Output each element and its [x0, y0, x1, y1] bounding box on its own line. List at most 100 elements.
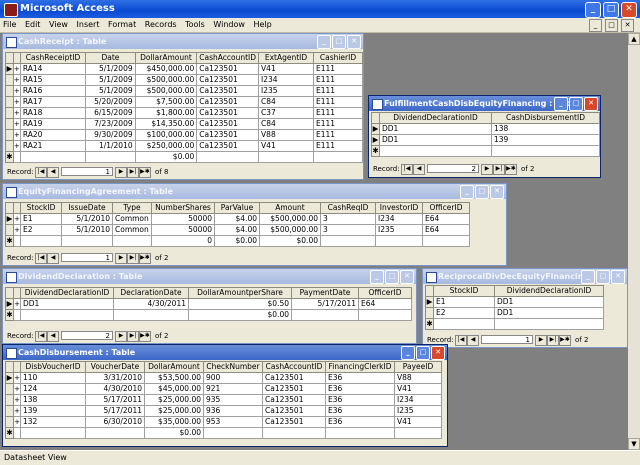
mdi-minimize-icon[interactable]: _ — [589, 19, 602, 32]
table-cell[interactable]: Ca123501 — [196, 140, 260, 152]
table-cell[interactable]: DD1 — [378, 134, 493, 146]
table-cell[interactable]: E111 — [313, 129, 363, 141]
table-cell[interactable]: C84 — [258, 96, 314, 108]
expand-icon[interactable]: + — [13, 405, 21, 417]
table-cell[interactable]: 7/23/2009 — [85, 118, 136, 130]
table-cell[interactable]: RA18 — [19, 107, 87, 119]
column-header[interactable]: Amount — [259, 202, 321, 214]
header-corner[interactable] — [5, 202, 14, 214]
expand-icon[interactable]: + — [12, 63, 21, 75]
table-cell[interactable]: $0.00 — [188, 309, 292, 321]
column-header[interactable]: DividendDeclarationID — [378, 112, 493, 124]
maximize-icon[interactable]: □ — [603, 2, 619, 18]
prev-record-icon[interactable]: ◀ — [47, 331, 59, 342]
minimize-icon[interactable]: _ — [581, 270, 595, 284]
access-app-icon[interactable] — [4, 3, 18, 17]
table-cell[interactable]: I235 — [394, 405, 442, 417]
table-cell[interactable]: $0.00 — [214, 235, 260, 247]
menu-file[interactable]: File — [0, 18, 19, 29]
table-cell[interactable]: 4/30/2010 — [85, 383, 145, 395]
table-cell[interactable]: 6/30/2010 — [85, 416, 145, 428]
column-header[interactable]: IssueDate — [61, 202, 113, 214]
new-record-icon[interactable]: ▶✱ — [559, 335, 571, 346]
table-cell[interactable]: 936 — [203, 405, 263, 417]
column-header[interactable]: DollarAmount — [134, 52, 198, 64]
table-cell[interactable] — [20, 235, 62, 247]
last-record-icon[interactable]: ▶| — [547, 335, 559, 346]
current-record-input[interactable]: 2 — [427, 164, 479, 173]
table-cell[interactable]: RA14 — [19, 63, 87, 75]
table-cell[interactable]: E36 — [325, 383, 395, 395]
expand-icon[interactable]: + — [12, 118, 21, 130]
table-cell[interactable]: E111 — [313, 107, 363, 119]
column-header[interactable]: DisbVoucherID — [20, 361, 86, 373]
table-cell[interactable]: I235 — [375, 224, 423, 236]
table-cell[interactable] — [433, 318, 495, 330]
table-cell[interactable]: $35,000.00 — [144, 416, 204, 428]
table-cell[interactable] — [113, 309, 189, 321]
table-cell[interactable]: $0.00 — [144, 427, 204, 439]
table-row[interactable]: + RA17 5/20/2009 $7,500.00 Ca123501 C84 E111 — [5, 96, 363, 108]
table-cell[interactable]: $500,000.00 — [259, 213, 321, 225]
column-header[interactable]: Type — [112, 202, 152, 214]
table-cell[interactable]: I235 — [258, 85, 314, 97]
table-cell[interactable]: 5/1/2009 — [85, 63, 136, 75]
table-row[interactable]: + E2 5/1/2010 Common 50000 $4.00 $500,000.00 3 I… — [5, 224, 470, 236]
table-cell[interactable]: DD1 — [494, 307, 604, 319]
header-corner[interactable] — [371, 112, 380, 124]
row-selector[interactable] — [5, 140, 14, 152]
table-cell[interactable]: 138 — [20, 394, 86, 406]
cash-receipt-titlebar[interactable]: CashReceipt : Table _ □ ✕ — [3, 34, 363, 49]
reciprocal-titlebar[interactable]: ReciprocalDivDecEquityFinancing : Table _… — [423, 269, 627, 284]
table-cell[interactable] — [61, 235, 113, 247]
table-cell[interactable]: E36 — [325, 394, 395, 406]
row-selector[interactable] — [5, 96, 14, 108]
row-selector[interactable]: ▶ — [5, 213, 14, 225]
table-cell[interactable]: 132 — [20, 416, 86, 428]
table-cell[interactable]: $25,000.00 — [144, 405, 204, 417]
table-cell[interactable]: 5/17/2011 — [85, 394, 145, 406]
column-header[interactable]: PaymentDate — [291, 287, 359, 299]
table-cell[interactable]: $14,350.00 — [134, 118, 198, 130]
table-row[interactable]: E2 DD1 — [425, 307, 604, 319]
table-cell[interactable]: Ca123501 — [196, 74, 260, 86]
table-cell[interactable]: Ca123501 — [196, 96, 260, 108]
next-record-icon[interactable]: ▶ — [481, 164, 493, 175]
table-cell[interactable]: 50000 — [151, 224, 215, 236]
table-cell[interactable] — [491, 145, 600, 157]
table-cell[interactable]: E111 — [313, 74, 363, 86]
column-header[interactable]: CashAccountID — [262, 361, 326, 373]
last-record-icon[interactable]: ▶| — [127, 167, 139, 178]
table-cell[interactable]: 110 — [20, 372, 86, 384]
table-cell[interactable]: $45,000.00 — [144, 383, 204, 395]
minimize-icon[interactable]: _ — [317, 35, 331, 49]
table-cell[interactable]: E36 — [325, 416, 395, 428]
new-record-icon[interactable]: ▶✱ — [505, 164, 517, 175]
workspace-vertical-scrollbar[interactable]: ▲ ▼ — [628, 33, 640, 450]
table-cell[interactable]: E36 — [325, 372, 395, 384]
row-selector[interactable]: ▶ — [425, 296, 434, 308]
expand-icon[interactable]: + — [13, 224, 21, 236]
mdi-close-icon[interactable]: ✕ — [621, 19, 634, 32]
table-cell[interactable]: $0.00 — [134, 151, 198, 163]
table-cell[interactable]: E111 — [313, 63, 363, 75]
table-cell[interactable]: V41 — [258, 63, 314, 75]
minimize-icon[interactable]: _ — [554, 97, 568, 111]
expand-icon[interactable]: + — [12, 96, 21, 108]
maximize-icon[interactable]: □ — [569, 97, 583, 111]
table-cell[interactable]: Common — [112, 224, 152, 236]
table-cell[interactable]: $0.50 — [188, 298, 292, 310]
minimize-icon[interactable]: _ — [585, 2, 601, 18]
column-header[interactable]: FinancingClerkID — [325, 361, 395, 373]
minimize-icon[interactable]: _ — [460, 185, 474, 199]
expand-icon[interactable]: + — [13, 213, 21, 225]
menu-help[interactable]: Help — [250, 18, 274, 29]
table-row[interactable]: + RA20 9/30/2009 $100,000.00 Ca123501 V88 E111 — [5, 129, 363, 141]
menu-records[interactable]: Records — [142, 18, 180, 29]
table-cell[interactable]: RA21 — [19, 140, 87, 152]
table-cell[interactable]: I234 — [375, 213, 423, 225]
minimize-icon[interactable]: _ — [370, 270, 384, 284]
column-header[interactable]: ParValue — [214, 202, 260, 214]
row-selector[interactable] — [5, 383, 14, 395]
row-selector[interactable] — [5, 85, 14, 97]
